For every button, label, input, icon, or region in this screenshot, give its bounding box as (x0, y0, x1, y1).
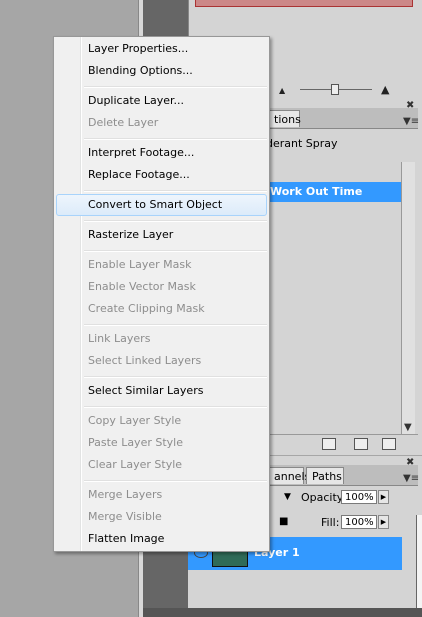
menu-item-label: Rasterize Layer (88, 228, 174, 241)
menu-item-copy-layer-style[interactable]: Copy Layer Style (56, 410, 267, 432)
menu-item-label: Create Clipping Mask (88, 302, 205, 315)
menu-item-label: Link Layers (88, 332, 151, 345)
menu-item-paste-layer-style[interactable]: Paste Layer Style (56, 432, 267, 454)
menu-item-enable-vector-mask[interactable]: Enable Vector Mask (56, 276, 267, 298)
menu-item-duplicate-layer[interactable]: Duplicate Layer... (56, 90, 267, 112)
menu-item-label: Merge Visible (88, 510, 162, 523)
menu-item-label: Select Similar Layers (88, 384, 204, 397)
layer-context-menu: Layer Properties... Blending Options... … (53, 36, 270, 552)
opacity-field[interactable]: 100% (341, 490, 377, 504)
zoom-in-icon[interactable]: ▲ (381, 83, 389, 96)
panel-menu-icon[interactable]: ▼≡ (403, 116, 419, 127)
actions-scrollbar[interactable] (401, 162, 415, 434)
menu-item-layer-properties[interactable]: Layer Properties... (56, 38, 267, 60)
tab-actions[interactable]: tions (268, 110, 301, 127)
menu-item-label: Delete Layer (88, 116, 159, 129)
menu-item-rasterize-layer[interactable]: Rasterize Layer (56, 224, 267, 246)
layers-empty-area (188, 570, 418, 610)
menu-item-label: Replace Footage... (88, 168, 190, 181)
menu-item-label: Interpret Footage... (88, 146, 195, 159)
window-edge (416, 515, 422, 610)
menu-item-label: Blending Options... (88, 64, 193, 77)
menu-item-label: Select Linked Layers (88, 354, 202, 367)
fill-arrow-button[interactable]: ▶ (378, 515, 389, 529)
menu-item-create-clipping-mask[interactable]: Create Clipping Mask (56, 298, 267, 320)
menu-separator (84, 220, 267, 222)
zoom-out-icon[interactable]: ▲ (279, 86, 285, 95)
tab-channels[interactable]: annels (268, 467, 310, 484)
menu-item-label: Layer Properties... (88, 42, 189, 55)
menu-item-label: Paste Layer Style (88, 436, 183, 449)
navigator-thumbnail (195, 0, 413, 7)
menu-item-merge-visible[interactable]: Merge Visible (56, 506, 267, 528)
menu-item-replace-footage[interactable]: Replace Footage... (56, 164, 267, 186)
menu-separator (84, 480, 267, 482)
opacity-arrow-button[interactable]: ▶ (378, 490, 389, 504)
menu-item-label: Flatten Image (88, 532, 165, 545)
menu-item-convert-to-smart-object[interactable]: Convert to Smart Object (56, 194, 267, 216)
menu-item-interpret-footage[interactable]: Interpret Footage... (56, 142, 267, 164)
selected-action-row[interactable]: Work Out Time (266, 182, 401, 202)
menu-item-delete-layer[interactable]: Delete Layer (56, 112, 267, 134)
trash-icon[interactable] (382, 438, 396, 450)
menu-item-enable-layer-mask[interactable]: Enable Layer Mask (56, 254, 267, 276)
menu-item-blending-options[interactable]: Blending Options... (56, 60, 267, 82)
menu-separator (84, 250, 267, 252)
menu-item-flatten-image[interactable]: Flatten Image (56, 528, 267, 550)
menu-separator (84, 86, 267, 88)
menu-separator (84, 406, 267, 408)
tab-paths[interactable]: Paths (306, 467, 344, 484)
menu-item-label: Clear Layer Style (88, 458, 183, 471)
panel-menu-icon[interactable]: ▼≡ (403, 473, 419, 484)
menu-item-label: Convert to Smart Object (88, 198, 223, 211)
scroll-down-arrow-icon[interactable]: ▼ (404, 422, 412, 433)
menu-item-label: Merge Layers (88, 488, 163, 501)
fill-field[interactable]: 100% (341, 515, 377, 529)
menu-item-label: Enable Vector Mask (88, 280, 196, 293)
action-item[interactable]: derant Spray (266, 137, 338, 150)
menu-separator (84, 190, 267, 192)
lock-icon[interactable]: ■ (279, 516, 288, 527)
menu-item-link-layers[interactable]: Link Layers (56, 328, 267, 350)
menu-item-label: Enable Layer Mask (88, 258, 192, 271)
menu-item-label: Copy Layer Style (88, 414, 182, 427)
stop-icon[interactable] (322, 438, 336, 450)
opacity-label: Opacity: (301, 491, 347, 504)
fill-label: Fill: (321, 516, 340, 529)
blend-mode-dropdown-icon[interactable]: ▼ (284, 492, 291, 502)
new-action-icon[interactable] (354, 438, 368, 450)
menu-item-clear-layer-style[interactable]: Clear Layer Style (56, 454, 267, 476)
menu-item-label: Duplicate Layer... (88, 94, 185, 107)
selected-action-label: Work Out Time (270, 185, 363, 198)
menu-separator (84, 138, 267, 140)
menu-item-select-similar-layers[interactable]: Select Similar Layers (56, 380, 267, 402)
zoom-slider-thumb[interactable] (331, 84, 339, 95)
status-bar (143, 608, 422, 617)
menu-item-merge-layers[interactable]: Merge Layers (56, 484, 267, 506)
menu-separator (84, 324, 267, 326)
menu-item-select-linked-layers[interactable]: Select Linked Layers (56, 350, 267, 372)
menu-separator (84, 376, 267, 378)
